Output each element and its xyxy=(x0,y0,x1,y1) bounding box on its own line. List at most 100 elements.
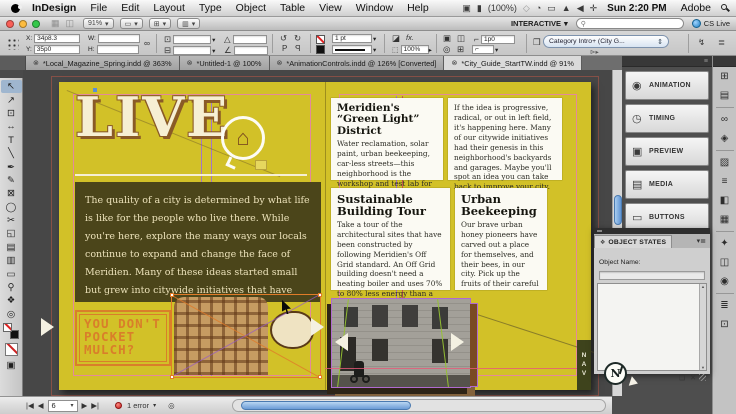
wrap-none-icon[interactable]: ▣ xyxy=(443,33,451,44)
selection-handle[interactable] xyxy=(318,375,322,379)
menu-window[interactable]: Window xyxy=(349,2,400,14)
flip-horizontal-icon[interactable]: P xyxy=(282,44,287,53)
pasteboard-arrow[interactable] xyxy=(41,318,54,336)
ellipse-tool[interactable]: ◯ xyxy=(1,201,22,214)
eject-icon[interactable]: ▲ xyxy=(562,3,571,13)
tab-animation-controls[interactable]: ⊗ *AnimationControls.indd @ 126% [Convert… xyxy=(269,56,445,70)
preflight-status[interactable]: 1 error ▾ xyxy=(115,401,158,410)
corner-radius-field[interactable]: 1p0 xyxy=(480,34,515,44)
stroke-icon[interactable]: ≡ xyxy=(713,172,736,191)
menu-view[interactable]: View xyxy=(312,2,349,14)
y-field[interactable]: 35p0 xyxy=(33,45,80,54)
menu-type[interactable]: Type xyxy=(192,2,229,14)
menu-help[interactable]: Help xyxy=(400,2,436,14)
gradient-icon[interactable]: ◧ xyxy=(713,191,736,210)
apple-menu[interactable] xyxy=(10,3,22,14)
apply-none-button[interactable] xyxy=(4,343,18,357)
delete-state-icon[interactable]: ✕ xyxy=(690,374,696,382)
scale-x-field[interactable] xyxy=(173,35,212,44)
swatches-icon[interactable]: ▦ xyxy=(713,210,736,229)
paragraph-styles-icon[interactable]: ≣ xyxy=(713,296,736,315)
zoom-level-dropdown[interactable]: 91% ▾ xyxy=(83,18,114,29)
constrain-proportions-icon[interactable]: ∞ xyxy=(144,38,150,48)
battery-icon[interactable]: ▮ xyxy=(477,3,482,14)
home-balloon-button[interactable]: ⌂ xyxy=(221,116,265,160)
rotate-ccw-icon[interactable]: ↺ xyxy=(280,33,287,44)
find-icon[interactable]: ◉ xyxy=(713,272,736,291)
illustration-frame[interactable] xyxy=(170,293,322,379)
reference-point-proxy[interactable] xyxy=(6,37,19,50)
object-states-tab[interactable]: ❖ OBJECT STATES xyxy=(594,235,673,248)
bridge-icon[interactable]: ▦ xyxy=(51,18,60,29)
poster-frame[interactable]: YOU DON'T POCKET MULCH? xyxy=(75,310,171,366)
states-list-scrollbar[interactable]: ▲ ▼ xyxy=(699,284,706,370)
object-style-dropdown[interactable]: Category Intro+ (City G... ⇕ xyxy=(543,35,669,48)
page-tool[interactable]: ⊡ xyxy=(1,107,22,120)
preflight-icon[interactable]: ◎ xyxy=(168,401,175,410)
flip-vertical-icon[interactable]: P xyxy=(295,44,300,53)
pages-icon[interactable]: ⊞ xyxy=(713,67,736,86)
selection-handle[interactable] xyxy=(170,293,174,297)
horizontal-scroll-thumb[interactable] xyxy=(241,401,411,410)
slideshow-prev-arrow[interactable] xyxy=(335,333,348,351)
panel-button-media[interactable]: ▤ MEDIA xyxy=(625,170,709,199)
layers-icon[interactable]: ◈ xyxy=(713,129,736,148)
panel-button-animation[interactable]: ◉ ANIMATION xyxy=(625,71,709,100)
effects-icon[interactable]: ▨ xyxy=(713,153,736,172)
styles-icon[interactable]: ✦ xyxy=(713,234,736,253)
stroke-weight-field[interactable]: 1 pt xyxy=(332,34,372,43)
tools-panel-grip[interactable] xyxy=(0,70,23,78)
collapse-panels-icon[interactable]: ≡ xyxy=(704,58,708,65)
close-icon[interactable]: ⊗ xyxy=(451,59,457,67)
article-green-light-frame[interactable]: Meridien's “Green Light” District Water … xyxy=(331,98,443,198)
close-icon[interactable]: ⊗ xyxy=(33,59,39,67)
article-building-tour-frame[interactable]: Sustainable Building Tour Take a tour of… xyxy=(331,188,450,308)
selection-handle[interactable] xyxy=(170,375,174,379)
nav-strip[interactable]: NAV xyxy=(577,340,591,390)
document-canvas[interactable]: LIVE ⌂ The quality of a city is determin… xyxy=(23,70,612,396)
rotate-cw-icon[interactable]: ↻ xyxy=(294,33,301,44)
drop-shadow-icon[interactable]: ◪ xyxy=(392,33,400,44)
line-tool[interactable]: ╲ xyxy=(1,147,22,160)
menu-edit[interactable]: Edit xyxy=(114,2,146,14)
spotlight-icon[interactable] xyxy=(720,3,730,13)
fit-content-icon[interactable]: ⊞ xyxy=(457,44,464,55)
page-spread[interactable]: LIVE ⌂ The quality of a city is determin… xyxy=(59,82,612,390)
close-icon[interactable]: ⊗ xyxy=(187,59,193,67)
last-page-button[interactable]: ▶| xyxy=(91,401,99,410)
panel-menu-icon[interactable]: ▾≣ xyxy=(697,237,706,245)
fill-stroke-swatches[interactable] xyxy=(3,323,19,340)
selection-handle[interactable] xyxy=(318,293,322,297)
volume-icon[interactable]: ◀ xyxy=(577,3,584,14)
object-name-field[interactable] xyxy=(599,271,705,280)
fill-swatch[interactable] xyxy=(316,45,325,54)
arrange-documents-dropdown[interactable]: ▥ ▾ xyxy=(177,18,201,29)
gradient-tool[interactable]: ▤ xyxy=(1,241,22,254)
scale-y-field[interactable] xyxy=(173,46,212,55)
vertical-scroll-thumb[interactable] xyxy=(614,195,622,225)
panel-button-timing[interactable]: ◷ TIMING xyxy=(625,104,709,133)
page-dropdown-caret[interactable]: ▾ xyxy=(70,402,73,409)
effects-menu-icon[interactable]: fx. xyxy=(406,33,414,42)
height-field[interactable] xyxy=(96,45,139,54)
spaces-icon[interactable]: ✛ xyxy=(590,3,598,14)
pasteboard-arrow[interactable] xyxy=(311,318,324,336)
glyphs-icon[interactable]: ◫ xyxy=(713,253,736,272)
cs-live-label[interactable]: CS Live xyxy=(704,19,730,28)
zoom-window-button[interactable] xyxy=(32,19,40,28)
panel-menu-icon[interactable]: ≣ xyxy=(718,37,725,48)
new-state-icon[interactable]: ❏ xyxy=(679,374,685,382)
pen-tool[interactable]: ✒ xyxy=(1,160,22,173)
stroke-style-dropdown[interactable] xyxy=(332,45,372,54)
stroke-swatch[interactable] xyxy=(316,35,325,44)
quick-apply-small-icon[interactable]: ⊳▸ xyxy=(590,48,599,56)
menu-table[interactable]: Table xyxy=(273,2,312,14)
menu-object[interactable]: Object xyxy=(229,2,273,14)
slideshow-photo-frame[interactable] xyxy=(331,298,478,388)
workspace-switcher[interactable]: INTERACTIVE ▾ xyxy=(511,19,568,28)
page-number-box[interactable]: 6 ▾ xyxy=(47,399,78,412)
hand-tool[interactable]: ❖ xyxy=(1,294,22,307)
display-icon[interactable]: ▣ xyxy=(462,3,471,14)
pencil-tool[interactable]: ✎ xyxy=(1,174,22,187)
opacity-field[interactable]: 100% xyxy=(400,45,429,54)
